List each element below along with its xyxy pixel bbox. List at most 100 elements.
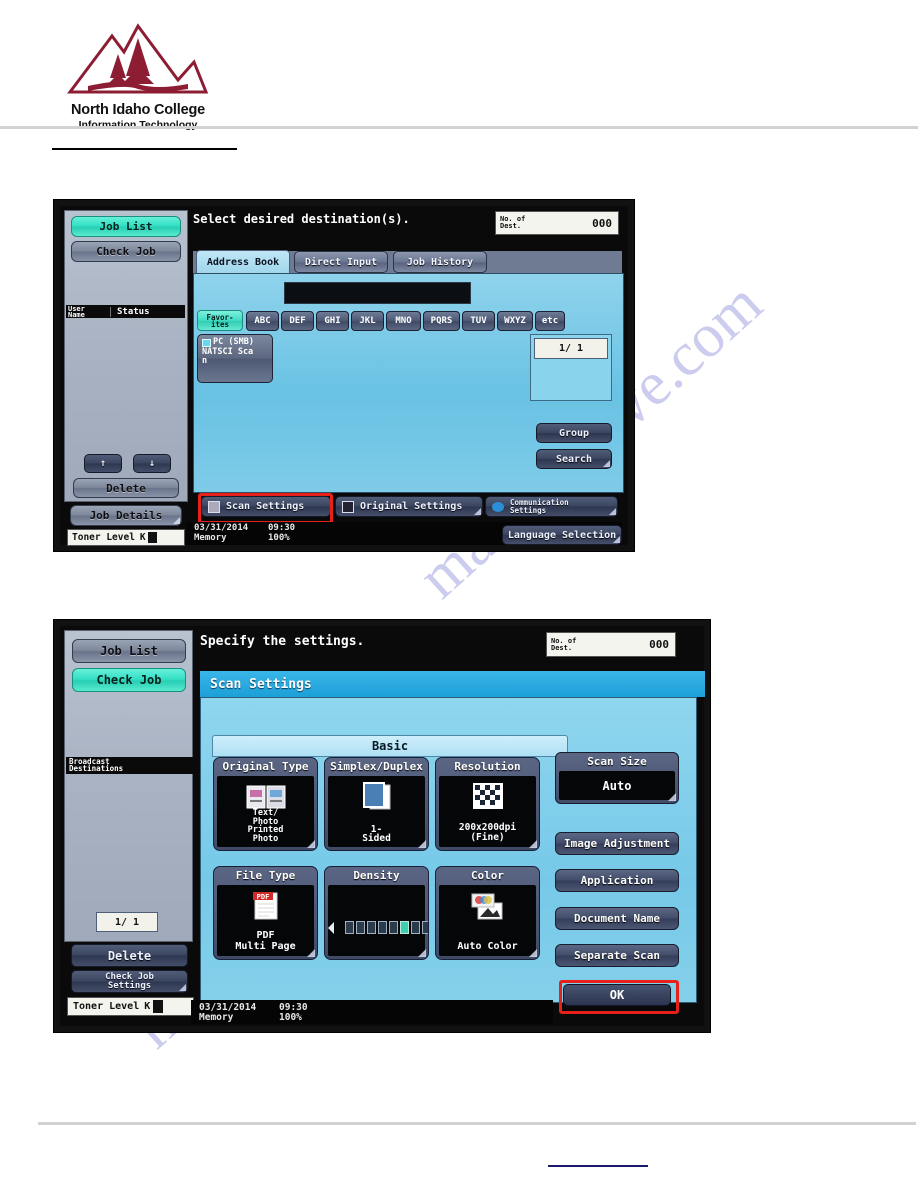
expand-corner-icon — [307, 840, 315, 848]
density-slider-icon[interactable] — [328, 917, 428, 936]
density-segment[interactable] — [377, 921, 387, 934]
tile-value: PDF Multi Page — [235, 930, 296, 952]
index-button-pqrs[interactable]: PQRS — [423, 311, 460, 331]
destination-counter: No. of Dest. 000 — [546, 632, 676, 657]
original-icon — [342, 500, 354, 513]
scan-icon — [208, 500, 220, 513]
check-job-button[interactable]: Check Job — [71, 241, 181, 262]
status-memory-label: Memory — [199, 1012, 234, 1023]
communication-settings-button[interactable]: Communication Settings — [485, 496, 618, 517]
scan-size-value: Auto — [559, 771, 675, 800]
index-button-mno[interactable]: MNO — [386, 311, 421, 331]
scan-size-button[interactable]: Scan Size Auto — [555, 752, 679, 804]
page-indicator: 1/ 1 — [534, 338, 608, 359]
address-entry-natsci-scan[interactable]: PC (SMB) NATSCI Sca n — [197, 334, 273, 383]
tile-body: Auto Color — [439, 885, 536, 956]
printer-panel-destination-screen: Job List Check Job User Name Status ↑ ↓ … — [54, 200, 634, 551]
tab-basic[interactable]: Basic — [212, 735, 568, 757]
tile-body: 200x200dpi (Fine) — [439, 776, 536, 847]
status-memory-label: Memory — [194, 533, 227, 543]
expand-corner-icon — [609, 508, 616, 515]
tile-density[interactable]: Density — [324, 866, 429, 960]
communication-icon — [492, 501, 504, 512]
tile-resolution[interactable]: Resolution 200x200dpi (Fine) — [435, 757, 540, 851]
separate-scan-button[interactable]: Separate Scan — [555, 944, 679, 967]
toner-color-k: K — [144, 1001, 151, 1012]
job-details-button[interactable]: Job Details — [70, 505, 182, 526]
tile-color[interactable]: Color Auto Color — [435, 866, 540, 960]
density-segment[interactable] — [410, 921, 420, 934]
tile-simplex-duplex[interactable]: Simplex/Duplex 1- Sided — [324, 757, 429, 851]
document-header: North Idaho College Information Technolo… — [0, 0, 918, 150]
toner-level-indicator: Toner Level K — [67, 997, 194, 1016]
search-field[interactable] — [284, 282, 471, 304]
delete-button[interactable]: Delete — [71, 944, 188, 967]
tab-address-book[interactable]: Address Book — [196, 250, 290, 274]
left-control-column: Job List Check Job User Name Status ↑ ↓ … — [64, 210, 188, 502]
check-job-settings-button[interactable]: Check Job Settings — [71, 970, 188, 993]
index-button-wxyz[interactable]: WXYZ — [497, 311, 533, 331]
job-list-button[interactable]: Job List — [71, 216, 181, 237]
original-settings-button[interactable]: Original Settings — [335, 496, 483, 517]
page-indicator: 1/ 1 — [96, 912, 158, 932]
group-button[interactable]: Group — [536, 423, 612, 443]
broadcast-destinations-header: Broadcast Destinations — [66, 757, 194, 774]
expand-corner-icon — [418, 840, 426, 848]
footer-divider — [38, 1122, 916, 1125]
tile-value: Auto Color — [457, 941, 518, 952]
density-segment[interactable] — [399, 921, 409, 934]
document-name-button[interactable]: Document Name — [555, 907, 679, 930]
density-segment[interactable] — [355, 921, 365, 934]
logo: North Idaho College Information Technolo… — [48, 22, 228, 131]
header-divider — [0, 126, 918, 129]
expand-corner-icon — [603, 460, 610, 467]
tile-body: Text/ Photo Printed Photo — [217, 776, 314, 847]
tile-file-type[interactable]: File Type PDF PDF Multi Page — [213, 866, 318, 960]
index-button-jkl[interactable]: JKL — [351, 311, 384, 331]
index-button-tuv[interactable]: TUV — [462, 311, 495, 331]
job-list-button[interactable]: Job List — [72, 639, 186, 663]
ok-button[interactable]: OK — [563, 984, 671, 1006]
footer-link-underline — [548, 1165, 648, 1167]
job-list-column-headers: User Name Status — [66, 305, 185, 318]
index-button-ghi[interactable]: GHI — [316, 311, 349, 331]
status-time: 09:30 — [268, 523, 296, 533]
tile-original-type[interactable]: Original Type Text/ Photo Printed Photo — [213, 757, 318, 851]
org-name: North Idaho College — [71, 102, 205, 118]
density-segment[interactable] — [344, 921, 354, 934]
destination-counter: No. of Dest. 000 — [495, 211, 619, 235]
expand-corner-icon — [173, 517, 180, 524]
expand-corner-icon — [307, 949, 315, 957]
scroll-down-button[interactable]: ↓ — [133, 454, 171, 473]
scan-settings-button[interactable]: Scan Settings — [201, 496, 331, 517]
status-date: 03/31/2014 — [194, 523, 249, 533]
mountain-tree-logo-icon — [67, 23, 209, 94]
image-adjustment-button[interactable]: Image Adjustment — [555, 832, 679, 855]
delete-button[interactable]: Delete — [73, 478, 179, 498]
tab-direct-input[interactable]: Direct Input — [294, 251, 388, 273]
index-button-etc[interactable]: etc — [535, 311, 565, 331]
tab-job-history[interactable]: Job History — [393, 251, 487, 273]
density-segment[interactable] — [366, 921, 376, 934]
tile-value: 1- Sided — [362, 824, 391, 844]
expand-corner-icon — [474, 508, 481, 515]
dept-name: Information Technology — [78, 119, 198, 131]
index-button-def[interactable]: DEF — [281, 311, 314, 331]
search-button[interactable]: Search — [536, 449, 612, 469]
expand-corner-icon — [418, 949, 426, 957]
index-button-favorites[interactable]: Favor-ites — [197, 310, 243, 331]
destination-count-value: 000 — [649, 638, 669, 651]
density-segment[interactable] — [421, 921, 428, 934]
density-segment[interactable] — [388, 921, 398, 934]
section-underline — [52, 148, 237, 150]
index-button-abc[interactable]: ABC — [246, 311, 279, 331]
scroll-up-button[interactable]: ↑ — [84, 454, 122, 473]
application-button[interactable]: Application — [555, 869, 679, 892]
tile-value: 200x200dpi (Fine) — [458, 822, 517, 843]
language-selection-button[interactable]: Language Selection — [502, 525, 622, 545]
check-job-button[interactable]: Check Job — [72, 668, 186, 692]
printer-panel-scan-settings-screen: Job List Check Job Broadcast Destination… — [54, 620, 710, 1032]
screen-prompt: Specify the settings. — [200, 634, 365, 649]
tile-body: PDF PDF Multi Page — [217, 885, 314, 956]
toner-bar — [153, 1000, 164, 1013]
